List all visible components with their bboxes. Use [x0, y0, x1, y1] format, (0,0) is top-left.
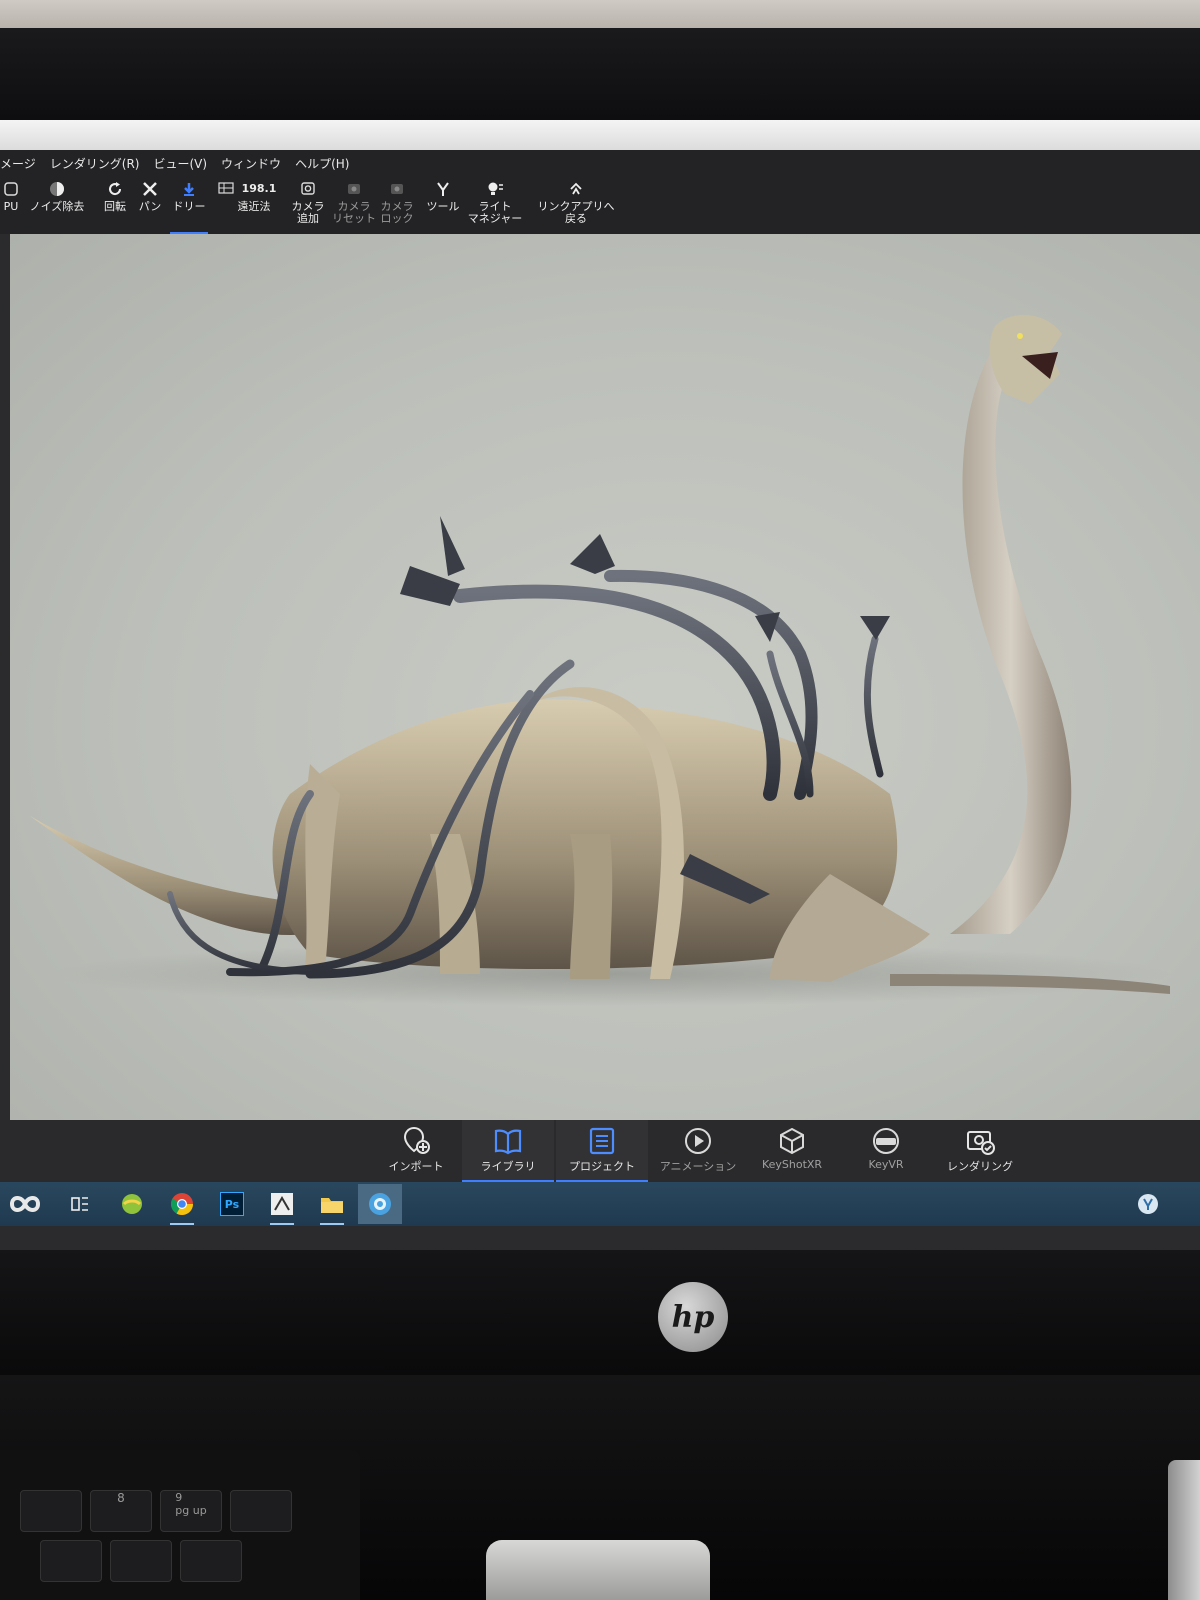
dock-project-button[interactable]: プロジェクト	[556, 1120, 648, 1182]
chrome-running-indicator	[170, 1223, 194, 1225]
tool-light-manager[interactable]: ライト マネジャー	[466, 176, 524, 234]
tool-tools-label: ツール	[426, 200, 460, 213]
menu-bar: メージ レンダリング(R) ビュー(V) ウィンドウ ヘルプ(H)	[0, 150, 1200, 176]
menu-window[interactable]: ウィンドウ	[221, 155, 281, 172]
menu-view[interactable]: ビュー(V)	[153, 155, 207, 172]
import-icon	[399, 1124, 433, 1158]
render-viewport[interactable]	[10, 234, 1200, 1120]
tool-dolly[interactable]: ドリー	[170, 176, 208, 234]
file-explorer-icon[interactable]	[316, 1188, 348, 1225]
tool-lock-camera[interactable]: カメラ ロック	[378, 176, 416, 234]
dock-render-button[interactable]: レンダリング	[934, 1120, 1026, 1182]
dock-library-button[interactable]: ライブラリ	[462, 1120, 554, 1182]
lock-camera-icon	[388, 180, 406, 198]
tool-perspective[interactable]: 198.1 遠近法	[214, 176, 280, 234]
dolly-icon	[180, 180, 198, 198]
tool-return-label: リンクアプリへ 戻る	[537, 200, 615, 225]
tool-light-manager-label: ライト マネジャー	[467, 200, 523, 225]
dock-project-label: プロジェクト	[569, 1160, 635, 1173]
dock-import-label: インポート	[388, 1160, 444, 1173]
tool-gpu-label: PU	[3, 200, 19, 213]
tool-lock-camera-label: カメラ ロック	[380, 200, 414, 225]
dock-keyvr-button[interactable]: KeyVR	[840, 1120, 932, 1182]
tool-add-camera[interactable]: カメラ 追加	[290, 176, 326, 234]
keyboard-key	[110, 1540, 172, 1582]
tool-tools[interactable]: ツール	[424, 176, 462, 234]
dinosaur-render	[30, 314, 1170, 1006]
pan-icon	[141, 180, 159, 198]
tool-denoise[interactable]: ノイズ除去	[28, 176, 86, 234]
light-manager-icon	[486, 180, 504, 198]
tool-return-to-link-app[interactable]: リンクアプリへ 戻る	[536, 176, 616, 234]
system-tray-icon[interactable]	[1132, 1188, 1164, 1220]
keyboard: 8 9 pg up	[0, 1450, 360, 1600]
perspective-icon	[217, 181, 234, 197]
keyboard-key-9: 9 pg up	[160, 1490, 222, 1532]
dock-keyshotxr-button[interactable]: KeyShotXR	[746, 1120, 838, 1182]
wall-background	[0, 0, 1200, 28]
dock-keyshotxr-label: KeyShotXR	[761, 1158, 823, 1171]
monitor-bezel-top	[0, 28, 1200, 120]
tool-perspective-label: 遠近法	[237, 200, 271, 213]
tool-pan-label: パン	[138, 200, 162, 213]
dock-animation-label: アニメーション	[659, 1160, 737, 1173]
desk-speaker	[486, 1540, 710, 1600]
menu-image[interactable]: メージ	[0, 155, 36, 172]
dock-animation-button[interactable]: アニメーション	[652, 1120, 744, 1182]
windows-taskbar: Ps	[0, 1182, 1200, 1226]
tool-pan[interactable]: パン	[136, 176, 164, 234]
tools-icon	[434, 180, 452, 198]
task-view-icon[interactable]	[64, 1188, 96, 1220]
hp-logo: hp	[658, 1282, 728, 1352]
desk-speaker-right	[1168, 1460, 1200, 1600]
zbrush-icon[interactable]	[266, 1188, 298, 1225]
zbrush-running-indicator	[270, 1223, 294, 1225]
gpu-icon	[2, 180, 20, 198]
keyshot-icon[interactable]	[358, 1184, 402, 1224]
tool-gpu[interactable]: PU	[0, 176, 22, 234]
keyshot-start-icon[interactable]	[0, 1188, 50, 1220]
keyboard-key	[230, 1490, 292, 1532]
animation-icon	[681, 1124, 715, 1158]
monitor-bezel-bottom	[0, 1250, 1200, 1375]
tool-dolly-label: ドリー	[172, 200, 206, 213]
link-app-icon	[567, 180, 585, 198]
dock-keyvr-label: KeyVR	[868, 1158, 904, 1171]
tool-reset-camera[interactable]: カメラ リセット	[332, 176, 376, 234]
tool-add-camera-label: カメラ 追加	[291, 200, 325, 225]
keyboard-key	[40, 1540, 102, 1582]
photoshop-label: Ps	[220, 1192, 244, 1216]
rotate-icon	[106, 180, 124, 198]
add-camera-icon	[299, 180, 317, 198]
chrome-icon[interactable]	[166, 1188, 198, 1225]
focal-length-value[interactable]: 198.1	[242, 183, 277, 195]
keyboard-key-8: 8	[90, 1490, 152, 1532]
tool-reset-camera-label: カメラ リセット	[332, 200, 376, 225]
keyshotxr-icon	[775, 1124, 809, 1158]
ribbon-toolbar: PU ノイズ除去 回転 パン ドリー 198.1 遠近法 カメラ 追加 カメラ …	[0, 176, 1200, 234]
keyvr-icon	[869, 1124, 903, 1158]
monitor-screen: メージ レンダリング(R) ビュー(V) ウィンドウ ヘルプ(H) PU ノイズ…	[0, 120, 1200, 1250]
photoshop-icon[interactable]: Ps	[216, 1188, 248, 1220]
app-icon[interactable]	[116, 1188, 148, 1220]
explorer-running-indicator	[320, 1223, 344, 1225]
tool-rotate-label: 回転	[104, 200, 126, 213]
keyboard-key	[180, 1540, 242, 1582]
dock-library-label: ライブラリ	[480, 1160, 536, 1173]
bottom-dock: インポート ライブラリ プロジェクト アニメーション KeyShotXR Key…	[0, 1120, 1200, 1182]
dock-render-label: レンダリング	[947, 1160, 1013, 1173]
tool-rotate[interactable]: 回転	[100, 176, 130, 234]
dock-import-button[interactable]: インポート	[370, 1120, 462, 1182]
keyboard-key	[20, 1490, 82, 1532]
project-icon	[585, 1124, 619, 1158]
library-icon	[491, 1124, 525, 1158]
menu-rendering[interactable]: レンダリング(R)	[50, 155, 140, 172]
menu-help[interactable]: ヘルプ(H)	[295, 155, 349, 172]
render-icon	[963, 1124, 997, 1158]
denoise-icon	[48, 180, 66, 198]
title-bar	[0, 120, 1200, 150]
reset-camera-icon	[345, 180, 363, 198]
tool-denoise-label: ノイズ除去	[29, 200, 85, 213]
